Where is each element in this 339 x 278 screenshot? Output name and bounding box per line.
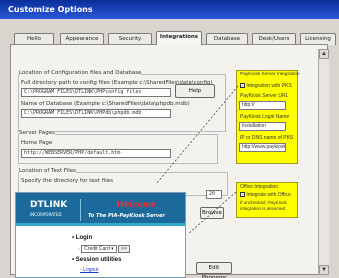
office-note: If unchecked, PayKiosk integration is as… (240, 200, 287, 211)
paykiosk-legend: PayKiosk Server Integration (240, 72, 300, 77)
config-legend: Location of Configuration files and Data… (19, 70, 142, 76)
logo-divider (80, 199, 81, 221)
welcome-subtitle: To The PIA-PayKiosk Server (88, 213, 165, 219)
home-page-label: Home Page (21, 140, 53, 146)
callout-line-office (187, 191, 237, 235)
login-row: ◦ Credit Card ▾ >> (78, 245, 130, 253)
edit-phonemr-button[interactable]: Edit Phonemr (196, 262, 232, 278)
database-input[interactable]: C:\PROGRAM FILES\DTLINK\PHPdb\phpdb.mdb (21, 109, 171, 118)
login-heading: • Login (72, 235, 92, 241)
dtlink-logo: DTLINK (30, 200, 68, 210)
home-page-input[interactable]: http://WEBSERVER/PHP/default.htm (21, 149, 171, 158)
paykiosk-checkbox-label: Integration with PKS (246, 83, 292, 89)
text-files-legend: Location of Text Files (19, 168, 77, 174)
server-welcome-preview: DTLINK INCORPORATED Welcome To The PIA-P… (15, 192, 186, 278)
scroll-up-icon[interactable]: ▲ (319, 49, 329, 59)
dtlink-logo-sub: INCORPORATED (30, 212, 62, 217)
office-checkbox[interactable]: ✓ Integrate with Office (240, 192, 291, 198)
tab-integrations[interactable]: Integrations (156, 31, 202, 45)
office-checkbox-label: Integrate with Office (246, 192, 291, 198)
checkbox-checked-icon[interactable]: ✓ (240, 192, 245, 198)
session-heading: • Session utilities (72, 257, 121, 263)
welcome-text: Welcome (116, 199, 157, 209)
window-title: Customize Options (0, 0, 339, 19)
vertical-scrollbar[interactable]: ▲ ▼ (318, 49, 329, 275)
login-method-select[interactable]: Credit Card ▾ (81, 245, 117, 253)
callout-lines (155, 85, 239, 185)
preview-header: DTLINK INCORPORATED Welcome To The PIA-P… (16, 193, 185, 226)
login-go-button[interactable]: >> (118, 245, 130, 253)
callout-line-paykiosk (155, 85, 239, 185)
server-pages-legend: Server Pages (19, 130, 55, 136)
session-title: Session utilities (75, 257, 122, 263)
logout-label[interactable]: Logout (83, 267, 98, 273)
config-path-input[interactable]: C:\PROGRAM FILES\DTLINK\PHPconfig files (21, 88, 171, 97)
login-title: Login (75, 235, 93, 241)
logout-link[interactable]: ◦ Logout (80, 267, 98, 273)
dropdown-arrow-icon[interactable]: ▾ (111, 246, 114, 252)
scroll-down-icon[interactable]: ▼ (319, 265, 329, 275)
text-files-label: Specify the directory for text files (21, 178, 114, 184)
login-method-value: Credit Card (84, 246, 110, 252)
callout-lines-office (187, 191, 237, 235)
